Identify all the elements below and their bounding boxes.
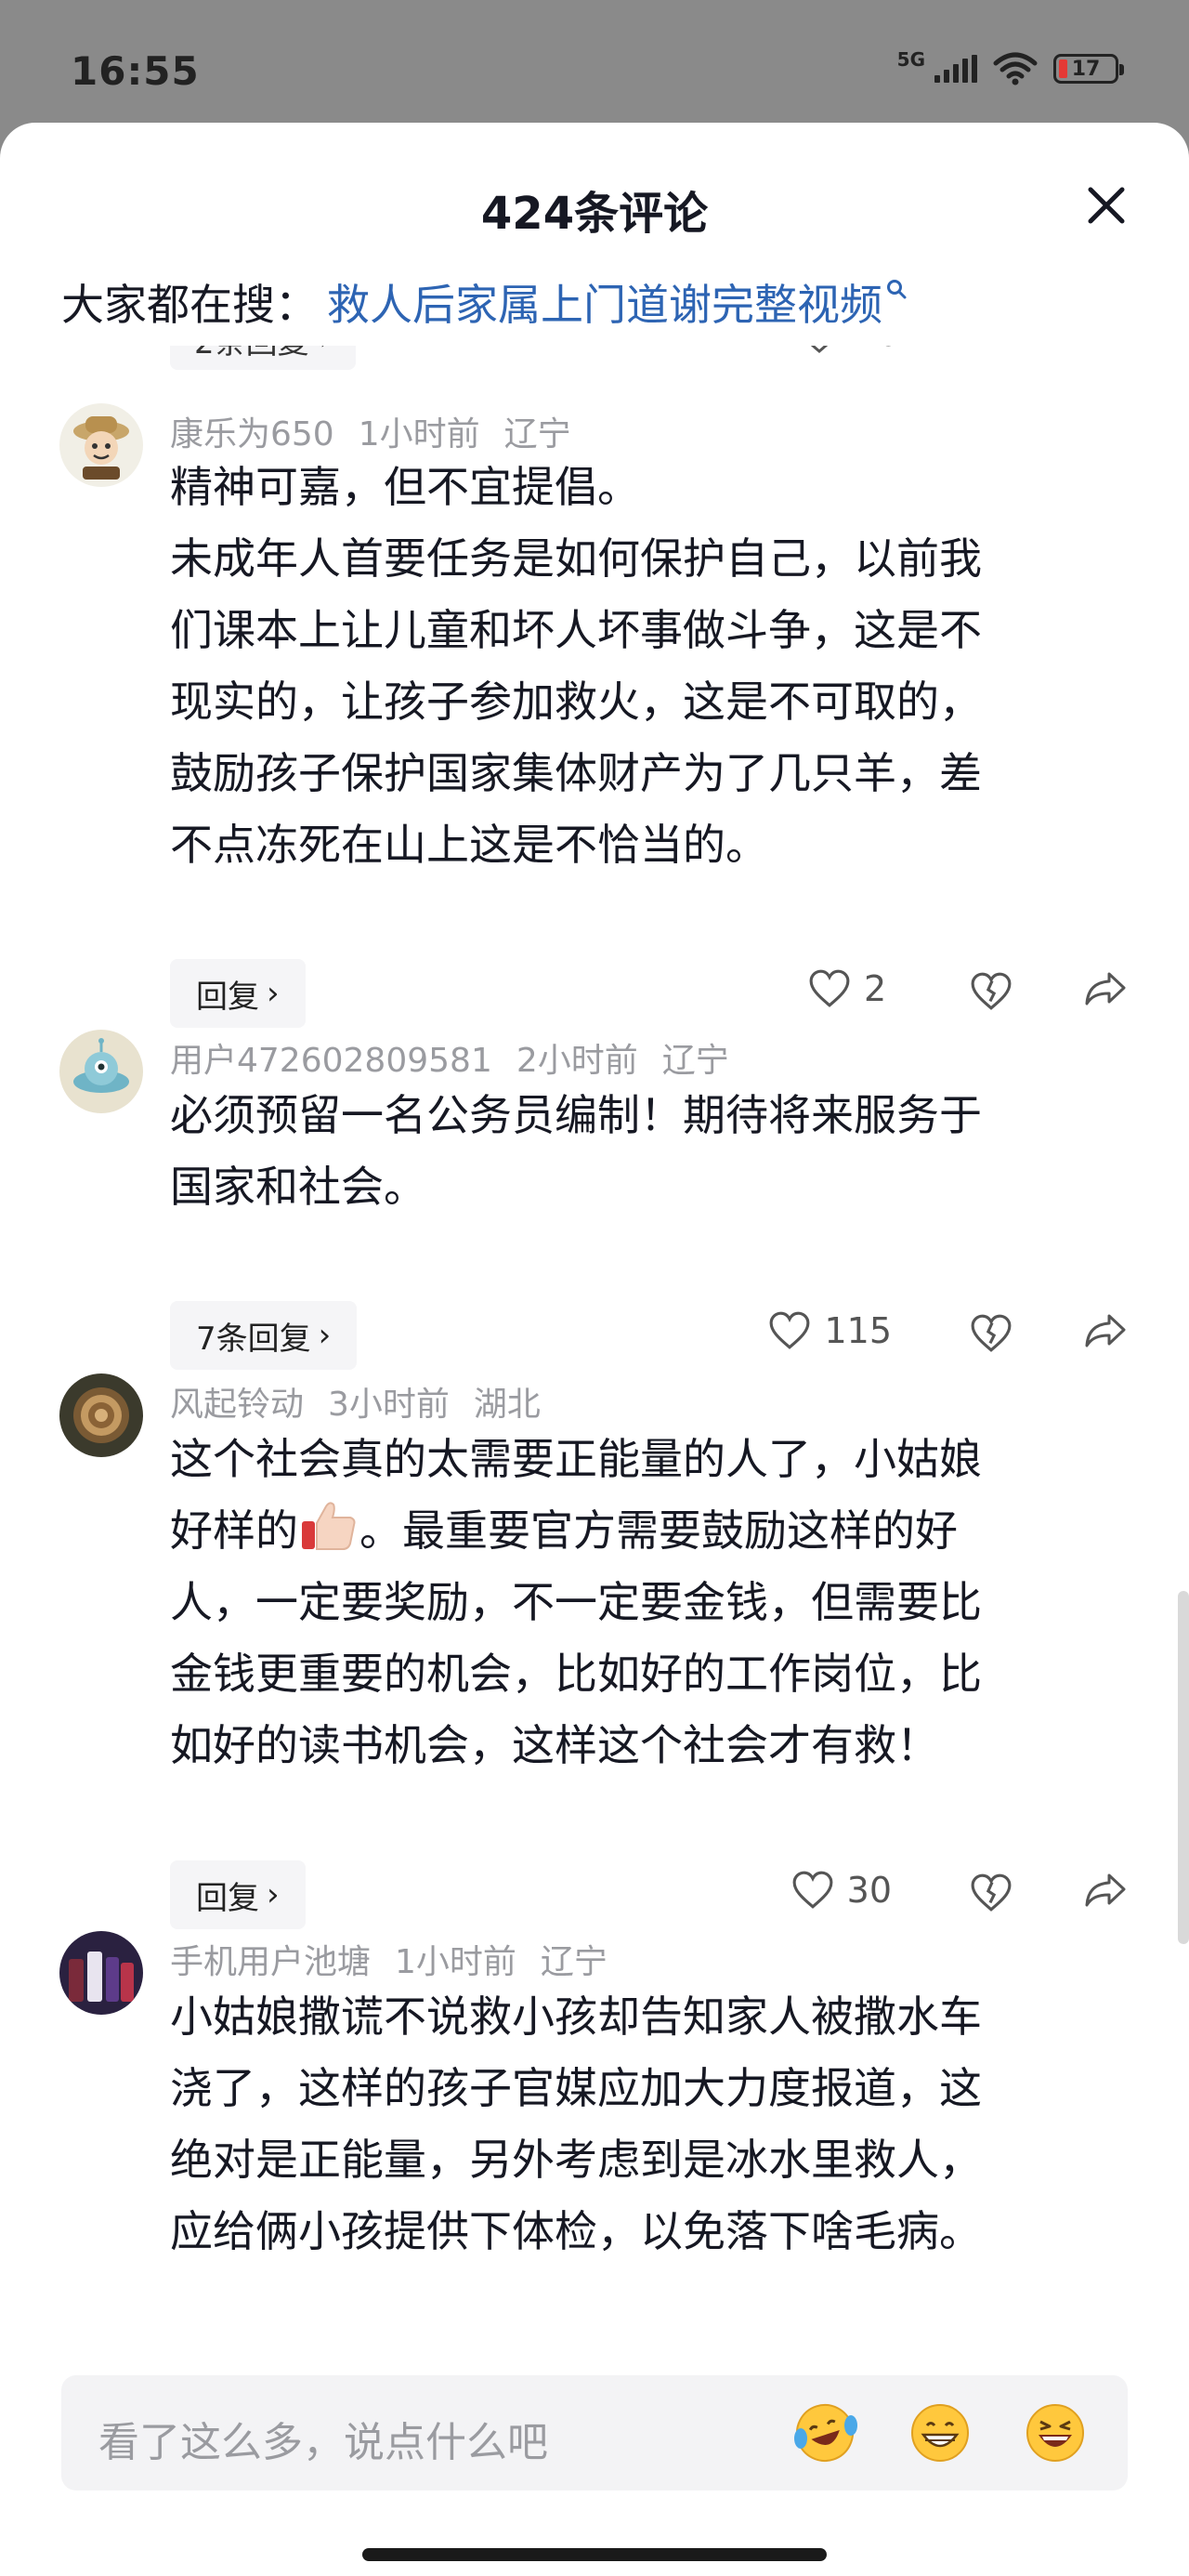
comment-line: 人，一定要奖励，不一定要金钱，但需要比: [170, 1577, 982, 1627]
comment-username[interactable]: 康乐为650: [170, 415, 334, 453]
comment-fragment: 好样的: [170, 1505, 298, 1556]
comment-input[interactable]: 看了这么多，说点什么吧: [61, 2375, 1128, 2491]
comment-actions: 30: [0, 1860, 1189, 1929]
like-button[interactable]: 115: [768, 1310, 892, 1351]
comment-line: 如好的读书机会，这样这个社会才有救！: [170, 1720, 939, 1770]
network-label: 5G: [896, 48, 925, 71]
broken-heart-icon[interactable]: [970, 1314, 1013, 1353]
battery-level: [1059, 59, 1067, 78]
comment-location: 辽宁: [661, 1042, 729, 1080]
like-count: 2: [864, 968, 887, 1009]
comment-line: 这个社会真的太需要正能量的人了，小姑娘: [170, 1434, 982, 1484]
comment-time: 1小时前: [358, 415, 480, 453]
trending-search[interactable]: 大家都在搜： 救人后家属上门道谢完整视频: [61, 271, 907, 333]
comment-time: 1小时前: [395, 1943, 516, 1981]
close-icon[interactable]: [1083, 182, 1130, 229]
sheet-header: 424条评论: [0, 123, 1189, 240]
trending-label: 大家都在搜：: [61, 280, 318, 330]
laughing-tears-emoji[interactable]: [790, 2398, 860, 2468]
comment-line: 现实的，让孩子参加救火，这是不可取的，: [170, 677, 982, 727]
share-icon[interactable]: [1083, 1312, 1128, 1349]
like-button[interactable]: 30: [791, 1870, 892, 1911]
comments-sheet: 424条评论 大家都在搜： 救人后家属上门道谢完整视频 2条回复 › 10: [0, 123, 1189, 2576]
comment-line: 应给俩小孩提供下体检，以免落下啥毛病。: [170, 2206, 982, 2256]
comment-line: 必须预留一名公务员编制！期待将来服务于: [170, 1090, 982, 1140]
comment-line: 好样的 。最重要官方需要鼓励这样的好: [170, 1495, 1127, 1567]
comment-meta: 用户472602809581 2小时前 辽宁: [170, 1033, 753, 1082]
signal-icon: [934, 55, 977, 83]
comment-location: 湖北: [473, 1386, 541, 1424]
reply-label: 2条回复: [194, 346, 309, 362]
comment-line: 国家和社会。: [170, 1162, 426, 1212]
status-icons: 5G 17: [897, 48, 1124, 85]
comment-actions: 115: [0, 1301, 1189, 1370]
scrollbar[interactable]: [1178, 1591, 1189, 1944]
comment-list[interactable]: 2条回复 › 10 康乐为6501小时前辽宁: [0, 346, 1189, 2344]
comment-line: 金钱更重要的机会，比如好的工作岗位，比: [170, 1649, 982, 1699]
grinning-emoji[interactable]: [905, 2398, 975, 2468]
like-button[interactable]: 10: [799, 346, 899, 354]
heart-icon: [792, 1871, 833, 1909]
trending-query-link[interactable]: 救人后家属上门道谢完整视频: [327, 271, 882, 333]
avatar[interactable]: [59, 1931, 143, 2015]
status-time: 16:55: [71, 48, 200, 94]
broken-heart-icon[interactable]: [970, 972, 1013, 1011]
comment-actions: 2: [0, 959, 1189, 1028]
comment-text: 这个社会真的太需要正能量的人了，小姑娘 好样的 。最重要官方需要鼓励这样的好 人，…: [170, 1424, 1127, 1781]
share-icon[interactable]: [1083, 970, 1128, 1007]
comment-username[interactable]: 风起铃动: [170, 1386, 304, 1424]
comment-line: 们课本上让儿童和坏人坏事做斗争，这是不: [170, 605, 982, 655]
avatar[interactable]: [59, 1030, 143, 1113]
comment-meta: 风起铃动 3小时前 湖北: [170, 1377, 565, 1426]
comment-line: 精神可嘉，但不宜提倡。: [170, 462, 640, 512]
like-count: 115: [824, 1310, 892, 1351]
avatar[interactable]: [59, 403, 143, 487]
cutoff-comment-actions: 2条回复 › 10: [0, 346, 1189, 372]
status-bar: 16:55 5G 17: [0, 0, 1189, 123]
comment-fragment: 。最重要官方需要鼓励这样的好: [359, 1505, 958, 1556]
like-count: 30: [846, 1870, 892, 1911]
laughing-emoji[interactable]: [1020, 2398, 1091, 2468]
heart-icon: [770, 1311, 810, 1349]
comment-line: 未成年人首要任务是如何保护自己，以前我: [170, 533, 982, 584]
battery-text: 17: [1071, 57, 1101, 81]
battery-icon: 17: [1053, 54, 1124, 84]
comment-username[interactable]: 手机用户池塘: [170, 1943, 371, 1981]
wifi-icon: [993, 52, 1038, 85]
comment-meta: 康乐为650 1小时前 辽宁: [170, 407, 595, 455]
comment-text: 精神可嘉，但不宜提倡。 未成年人首要任务是如何保护自己，以前我 们课本上让儿童和…: [170, 452, 1127, 881]
like-button[interactable]: 2: [808, 968, 892, 1009]
comment-line: 小姑娘撒谎不说救小孩却告知家人被撒水车: [170, 1991, 982, 2042]
share-icon[interactable]: [1083, 1872, 1128, 1909]
comment-time: 3小时前: [328, 1386, 450, 1424]
comment-text: 必须预留一名公务员编制！期待将来服务于 国家和社会。: [170, 1080, 1127, 1223]
comment-line: 鼓励孩子保护国家集体财产为了几只羊，差: [170, 748, 982, 798]
comment-line: 不点冻死在山上这是不恰当的。: [170, 820, 768, 870]
reply-button[interactable]: 2条回复 ›: [170, 346, 357, 370]
heart-icon: [809, 969, 850, 1007]
like-count: 10: [856, 346, 899, 354]
comment-meta: 手机用户池塘 1小时前 辽宁: [170, 1935, 632, 1983]
comments-title: 424条评论: [480, 188, 709, 240]
heart-icon: [811, 346, 828, 353]
comment-username[interactable]: 用户472602809581: [170, 1042, 492, 1080]
comment-line: 浇了，这样的孩子官媒应加大力度报道，这: [170, 2063, 982, 2113]
comment-location: 辽宁: [540, 1943, 608, 1981]
comment-input-placeholder: 看了这么多，说点什么吧: [98, 2419, 548, 2466]
avatar[interactable]: [59, 1373, 143, 1457]
comment-location: 辽宁: [503, 415, 571, 453]
broken-heart-icon[interactable]: [970, 1873, 1013, 1912]
comment-line: 绝对是正能量，另外考虑到是冰水里救人，: [170, 2135, 982, 2185]
thumbs-up-emoji: [302, 1502, 356, 1550]
comment-time: 2小时前: [516, 1042, 638, 1080]
comment-text: 小姑娘撒谎不说救小孩却告知家人被撒水车 浇了，这样的孩子官媒应加大力度报道，这 …: [170, 1981, 1127, 2267]
home-indicator[interactable]: [362, 2548, 827, 2561]
search-icon: [887, 280, 907, 299]
